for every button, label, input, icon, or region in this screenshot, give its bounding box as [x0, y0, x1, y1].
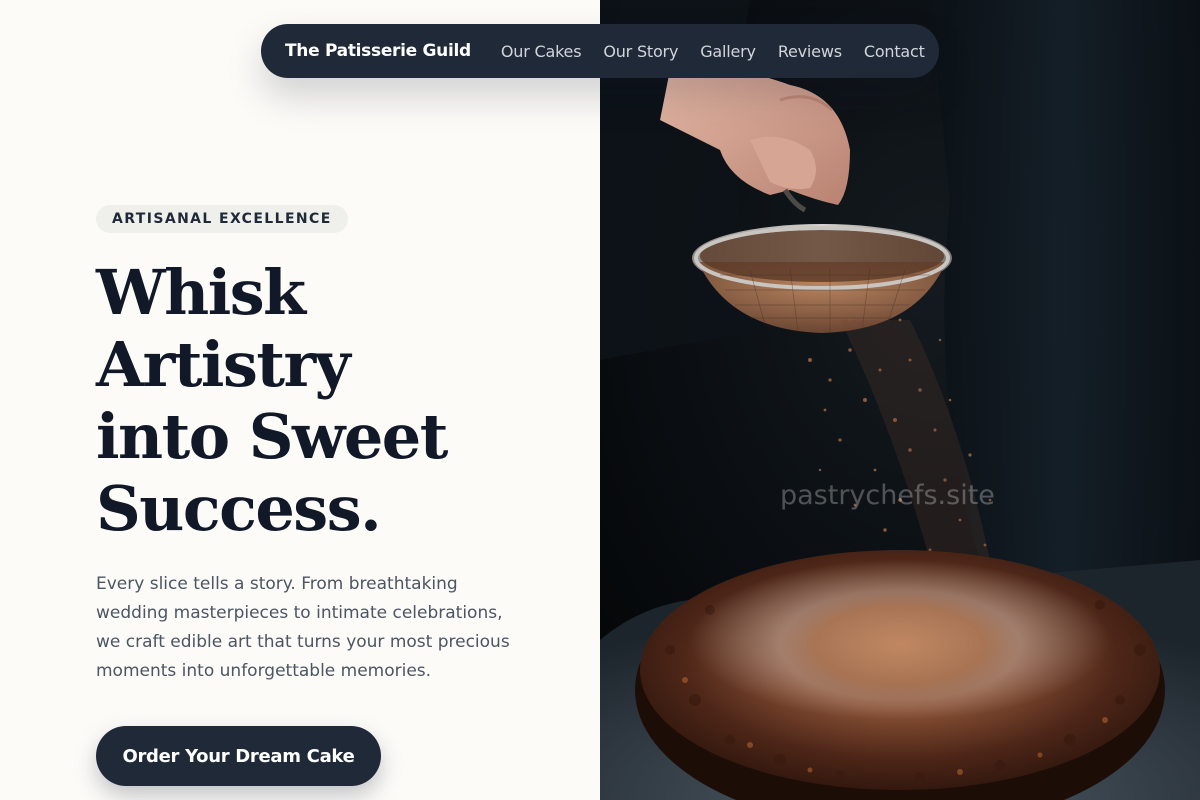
nav-link-contact[interactable]: Contact — [864, 42, 925, 61]
nav-link-our-cakes[interactable]: Our Cakes — [501, 42, 582, 61]
hero-badge: ARTISANAL EXCELLENCE — [96, 205, 348, 233]
brand-logo[interactable]: The Patisserie Guild — [285, 41, 471, 61]
hero-description: Every slice tells a story. From breathta… — [96, 574, 510, 681]
nav-link-gallery[interactable]: Gallery — [700, 42, 756, 61]
headline-line: Whisk — [96, 256, 306, 329]
cake-photo — [600, 0, 1200, 800]
hero-content: ARTISANAL EXCELLENCE Whisk Artistry into… — [0, 0, 600, 800]
nav-link-reviews[interactable]: Reviews — [778, 42, 842, 61]
hero-image — [600, 0, 1200, 800]
watermark-text: pastrychefs.site — [780, 480, 995, 511]
headline-line: Artistry — [96, 328, 351, 401]
order-cake-button[interactable]: Order Your Dream Cake — [96, 726, 381, 786]
nav-link-our-story[interactable]: Our Story — [603, 42, 678, 61]
headline-line: into Sweet — [96, 400, 448, 473]
top-navigation: The Patisserie Guild Our Cakes Our Story… — [261, 24, 939, 78]
nav-links: Our Cakes Our Story Gallery Reviews Cont… — [501, 42, 925, 61]
headline-line: Success. — [96, 472, 382, 545]
hero-headline: Whisk Artistry into Sweet Success. — [96, 257, 576, 545]
